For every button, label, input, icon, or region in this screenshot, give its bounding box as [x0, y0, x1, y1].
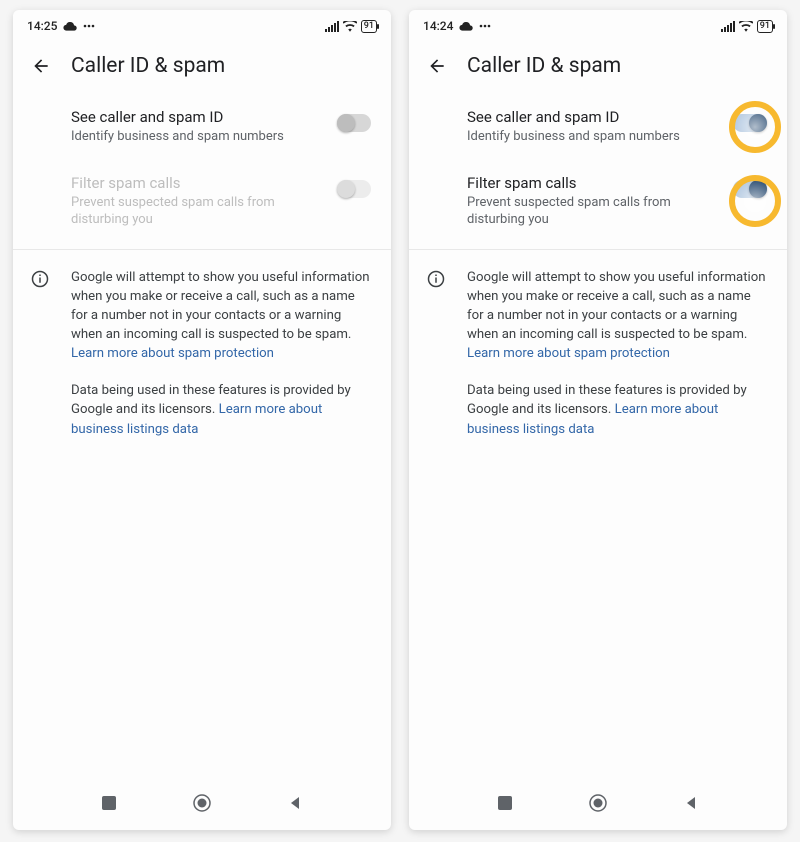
battery-indicator: 91 [361, 20, 377, 33]
back-button[interactable] [29, 54, 53, 78]
signal-icon [325, 21, 339, 32]
signal-icon [721, 21, 735, 32]
status-time: 14:24 [423, 19, 453, 33]
nav-bar [409, 782, 787, 830]
nav-home-button[interactable] [588, 793, 608, 813]
nav-recent-button[interactable] [99, 793, 119, 813]
toggle-see-caller-id[interactable] [733, 114, 767, 132]
link-spam-protection[interactable]: Learn more about spam protection [467, 346, 670, 361]
info-icon [427, 270, 449, 457]
cloud-icon [459, 21, 473, 31]
info-paragraph-2: Data being used in these features is pro… [71, 381, 371, 438]
link-spam-protection[interactable]: Learn more about spam protection [71, 346, 274, 361]
setting-filter-spam[interactable]: Filter spam calls Prevent suspected spam… [409, 160, 787, 243]
setting-title: See caller and spam ID [71, 108, 323, 126]
toggle-see-caller-id[interactable] [337, 114, 371, 132]
toggle-filter-spam[interactable] [733, 180, 767, 198]
wifi-icon [739, 21, 753, 32]
settings-list: See caller and spam ID Identify business… [13, 86, 391, 249]
setting-subtitle: Prevent suspected spam calls from distur… [71, 194, 323, 229]
info-icon [31, 270, 53, 457]
setting-see-caller-id[interactable]: See caller and spam ID Identify business… [409, 94, 787, 160]
page-title: Caller ID & spam [467, 54, 621, 78]
info-section: Google will attempt to show you useful i… [13, 250, 391, 457]
info-section: Google will attempt to show you useful i… [409, 250, 787, 457]
setting-subtitle: Identify business and spam numbers [467, 128, 719, 146]
setting-subtitle: Identify business and spam numbers [71, 128, 323, 146]
status-time: 14:25 [27, 19, 57, 33]
cloud-icon [63, 21, 77, 31]
setting-subtitle: Prevent suspected spam calls from distur… [467, 194, 719, 229]
page-title: Caller ID & spam [71, 54, 225, 78]
nav-home-button[interactable] [192, 793, 212, 813]
nav-recent-button[interactable] [495, 793, 515, 813]
app-bar: Caller ID & spam [409, 38, 787, 86]
info-paragraph-1: Google will attempt to show you useful i… [467, 268, 767, 364]
status-bar: 14:24 91 [409, 10, 787, 38]
phone-screen-left: 14:25 91 Caller ID & spam See caller and… [13, 10, 391, 830]
status-bar: 14:25 91 [13, 10, 391, 38]
battery-indicator: 91 [757, 20, 773, 33]
toggle-filter-spam [337, 180, 371, 198]
wifi-icon [343, 21, 357, 32]
more-dots-icon [479, 24, 491, 28]
info-paragraph-1: Google will attempt to show you useful i… [71, 268, 371, 364]
nav-bar [13, 782, 391, 830]
back-button[interactable] [425, 54, 449, 78]
info-paragraph-2: Data being used in these features is pro… [467, 381, 767, 438]
setting-title: See caller and spam ID [467, 108, 719, 126]
nav-back-button[interactable] [681, 793, 701, 813]
app-bar: Caller ID & spam [13, 38, 391, 86]
setting-title: Filter spam calls [467, 174, 719, 192]
setting-see-caller-id[interactable]: See caller and spam ID Identify business… [13, 94, 391, 160]
more-dots-icon [83, 24, 95, 28]
nav-back-button[interactable] [285, 793, 305, 813]
setting-filter-spam: Filter spam calls Prevent suspected spam… [13, 160, 391, 243]
settings-list: See caller and spam ID Identify business… [409, 86, 787, 249]
setting-title: Filter spam calls [71, 174, 323, 192]
phone-screen-right: 14:24 91 Caller ID & spam See caller and… [409, 10, 787, 830]
